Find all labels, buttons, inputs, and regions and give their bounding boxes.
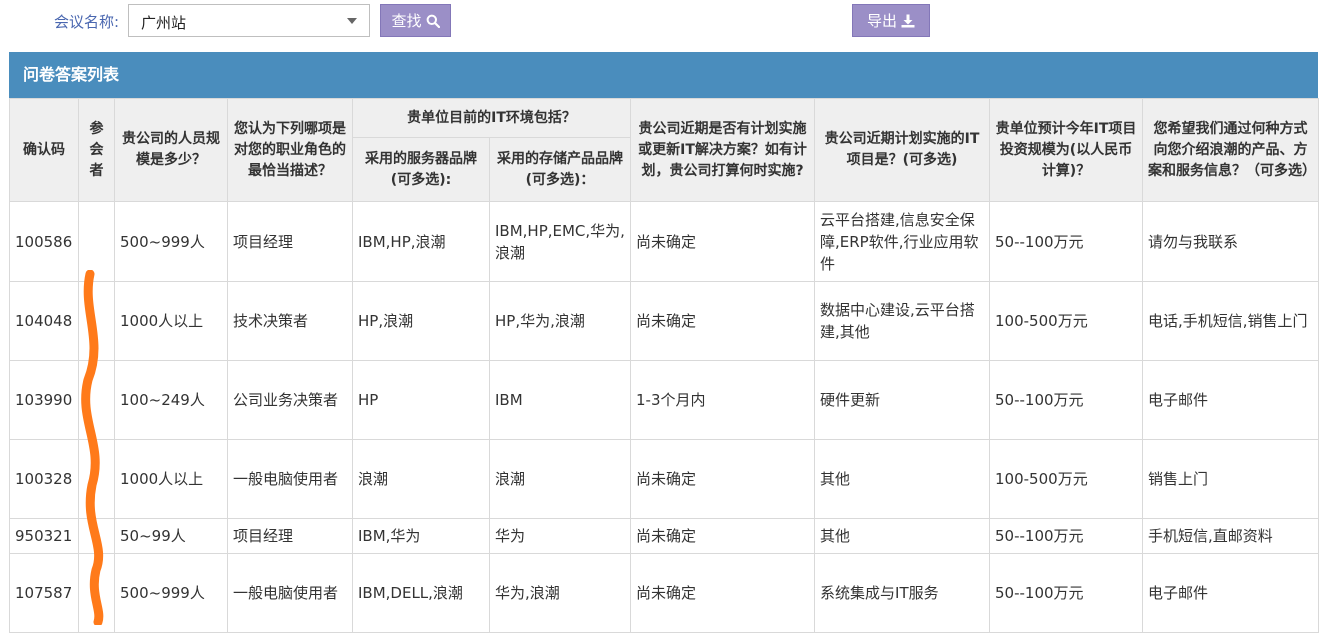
cell-it-plan: 1-3个月内 xyxy=(630,360,816,440)
cell-company-size: 1000人以上 xyxy=(114,281,228,361)
cell-confirm-code: 100586 xyxy=(9,201,79,282)
cell-storage-brand: IBM,HP,EMC,华为,浪潮 xyxy=(488,201,632,282)
export-button[interactable]: 导出 xyxy=(852,4,930,37)
table-row[interactable]: 950321 50~99人 项目经理 IBM,华为 华为 尚未确定 其他 50-… xyxy=(9,518,1320,554)
cell-server-brand: HP xyxy=(352,360,490,440)
cell-contact-method: 电子邮件 xyxy=(1142,360,1320,440)
table-row[interactable]: 104048 1000人以上 技术决策者 HP,浪潮 HP,华为,浪潮 尚未确定… xyxy=(9,281,1320,361)
cell-it-projects: 数据中心建设,云平台搭建,其他 xyxy=(814,281,991,361)
cell-role: 项目经理 xyxy=(227,201,353,282)
cell-budget: 50--100万元 xyxy=(989,360,1144,440)
header-budget[interactable]: 贵单位预计今年IT项目投资规模为(以人民币计算)？ xyxy=(989,98,1144,202)
header-company-size[interactable]: 贵公司的人员规模是多少？ xyxy=(114,98,228,202)
cell-server-brand: HP,浪潮 xyxy=(352,281,490,361)
table-row[interactable]: 100328 1000人以上 一般电脑使用者 浪潮 浪潮 尚未确定 其他 100… xyxy=(9,439,1320,519)
cell-it-projects: 其他 xyxy=(814,518,991,554)
cell-role: 项目经理 xyxy=(227,518,353,554)
cell-storage-brand: IBM xyxy=(488,360,632,440)
cell-it-plan: 尚未确定 xyxy=(630,439,816,519)
cell-server-brand: IBM,DELL,浪潮 xyxy=(352,553,490,633)
header-attendee[interactable]: 参会者 xyxy=(78,98,115,202)
cell-it-projects: 硬件更新 xyxy=(814,360,991,440)
cell-it-plan: 尚未确定 xyxy=(630,553,816,633)
header-it-projects[interactable]: 贵公司近期计划实施的IT项目是？(可多选) xyxy=(814,98,991,202)
table-row[interactable]: 100586 500~999人 项目经理 IBM,HP,浪潮 IBM,HP,EM… xyxy=(9,201,1320,282)
cell-contact-method: 电子邮件 xyxy=(1142,553,1320,633)
cell-attendee xyxy=(78,201,115,282)
cell-company-size: 500~999人 xyxy=(114,553,228,633)
search-button[interactable]: 查找 xyxy=(380,4,451,37)
cell-role: 公司业务决策者 xyxy=(227,360,353,440)
cell-company-size: 50~99人 xyxy=(114,518,228,554)
cell-role: 一般电脑使用者 xyxy=(227,553,353,633)
cell-it-projects: 系统集成与IT服务 xyxy=(814,553,991,633)
download-icon xyxy=(901,14,915,27)
cell-contact-method: 手机短信,直邮资料 xyxy=(1142,518,1320,554)
chevron-down-icon xyxy=(347,18,357,24)
cell-budget: 50--100万元 xyxy=(989,201,1144,282)
cell-attendee xyxy=(78,439,115,519)
cell-budget: 50--100万元 xyxy=(989,553,1144,633)
cell-budget: 50--100万元 xyxy=(989,518,1144,554)
export-button-label: 导出 xyxy=(866,12,897,30)
conference-select[interactable]: 广州站 xyxy=(128,4,370,37)
cell-role: 一般电脑使用者 xyxy=(227,439,353,519)
cell-it-plan: 尚未确定 xyxy=(630,281,816,361)
cell-contact-method: 电话,手机短信,销售上门 xyxy=(1142,281,1320,361)
cell-it-projects: 云平台搭建,信息安全保障,ERP软件,行业应用软件 xyxy=(814,201,991,282)
table-row[interactable]: 107587 500~999人 一般电脑使用者 IBM,DELL,浪潮 华为,浪… xyxy=(9,553,1320,633)
cell-confirm-code: 104048 xyxy=(9,281,79,361)
toolbar: 会议名称: 广州站 查找 导出 xyxy=(0,0,1333,48)
cell-confirm-code: 950321 xyxy=(9,518,79,554)
cell-confirm-code: 100328 xyxy=(9,439,79,519)
search-icon xyxy=(426,14,440,28)
header-role[interactable]: 您认为下列哪项是对您的职业角色的最恰当描述？ xyxy=(227,98,353,202)
cell-attendee xyxy=(78,360,115,440)
cell-contact-method: 请勿与我联系 xyxy=(1142,201,1320,282)
table-header-row: 确认码 参会者 贵公司的人员规模是多少？ 您认为下列哪项是对您的职业角色的最恰当… xyxy=(9,98,1320,202)
header-storage-brand[interactable]: 采用的存储产品品牌(可多选)： xyxy=(488,137,632,202)
conference-select-value: 广州站 xyxy=(141,14,187,32)
header-it-plan[interactable]: 贵公司近期是否有计划实施或更新IT解决方案？如有计划，贵公司打算何时实施? xyxy=(630,98,816,202)
cell-company-size: 100~249人 xyxy=(114,360,228,440)
panel-title: 问卷答案列表 xyxy=(9,52,1318,98)
cell-attendee xyxy=(78,281,115,361)
cell-role: 技术决策者 xyxy=(227,281,353,361)
cell-contact-method: 销售上门 xyxy=(1142,439,1320,519)
cell-server-brand: IBM,HP,浪潮 xyxy=(352,201,490,282)
header-it-environment: 贵单位目前的IT环境包括？ xyxy=(351,98,632,138)
header-contact-method[interactable]: 您希望我们通过何种方式向您介绍浪潮的产品、方案和服务信息？（可多选） xyxy=(1142,98,1320,202)
cell-budget: 100-500万元 xyxy=(989,439,1144,519)
cell-it-plan: 尚未确定 xyxy=(630,518,816,554)
cell-server-brand: IBM,华为 xyxy=(352,518,490,554)
answers-table: 确认码 参会者 贵公司的人员规模是多少？ 您认为下列哪项是对您的职业角色的最恰当… xyxy=(9,98,1320,633)
cell-attendee xyxy=(78,518,115,554)
cell-server-brand: 浪潮 xyxy=(352,439,490,519)
search-button-label: 查找 xyxy=(391,12,422,30)
cell-company-size: 500~999人 xyxy=(114,201,228,282)
header-server-brand[interactable]: 采用的服务器品牌(可多选): xyxy=(352,137,490,202)
cell-it-plan: 尚未确定 xyxy=(630,201,816,282)
cell-storage-brand: 浪潮 xyxy=(488,439,632,519)
cell-budget: 100-500万元 xyxy=(989,281,1144,361)
cell-company-size: 1000人以上 xyxy=(114,439,228,519)
header-confirm-code[interactable]: 确认码 xyxy=(9,98,79,202)
table-row[interactable]: 103990 100~249人 公司业务决策者 HP IBM 1-3个月内 硬件… xyxy=(9,360,1320,440)
cell-storage-brand: HP,华为,浪潮 xyxy=(488,281,632,361)
cell-confirm-code: 107587 xyxy=(9,553,79,633)
cell-it-projects: 其他 xyxy=(814,439,991,519)
cell-attendee xyxy=(78,553,115,633)
conference-name-label: 会议名称: xyxy=(54,13,120,31)
cell-storage-brand: 华为 xyxy=(488,518,632,554)
cell-confirm-code: 103990 xyxy=(9,360,79,440)
cell-storage-brand: 华为,浪潮 xyxy=(488,553,632,633)
